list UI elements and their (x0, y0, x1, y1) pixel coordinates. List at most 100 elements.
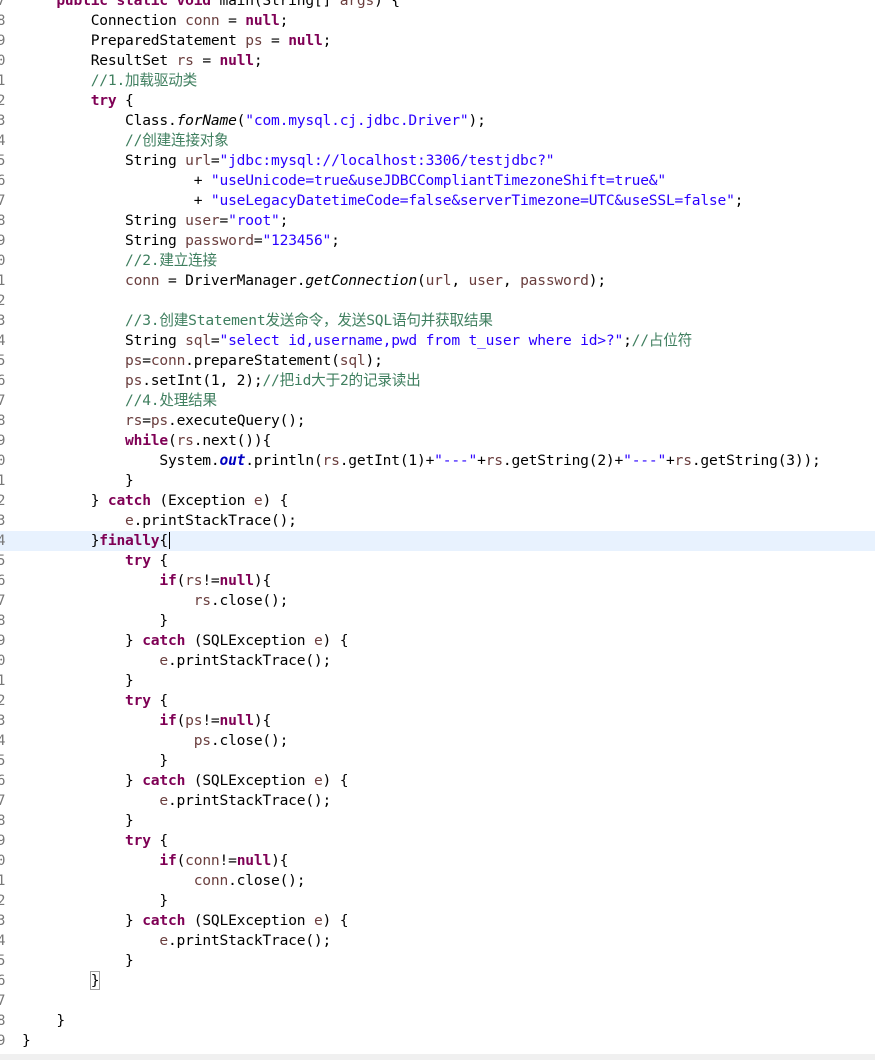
code-line[interactable]: 2 try { (0, 691, 875, 711)
code-line[interactable]: 8 } (0, 611, 875, 631)
code-text[interactable]: conn.close(); (22, 871, 306, 891)
code-text[interactable]: + "useUnicode=true&useJDBCCompliantTimez… (22, 171, 666, 191)
code-line[interactable]: 9 PreparedStatement ps = null; (0, 31, 875, 51)
code-line[interactable]: 5 } (0, 751, 875, 771)
code-text[interactable]: if(conn!=null){ (22, 851, 288, 871)
code-line[interactable]: 5 ps=conn.prepareStatement(sql); (0, 351, 875, 371)
code-text[interactable]: if(ps!=null){ (22, 711, 271, 731)
code-text[interactable]: } catch (SQLException e) { (22, 771, 348, 791)
code-text[interactable]: try { (22, 551, 168, 571)
code-text[interactable]: rs.close(); (22, 591, 289, 611)
code-text[interactable]: } (22, 811, 134, 831)
code-line[interactable]: 6 if(rs!=null){ (0, 571, 875, 591)
code-line[interactable]: 6 } catch (SQLException e) { (0, 771, 875, 791)
code-line[interactable]: 4 //创建连接对象 (0, 131, 875, 151)
code-text[interactable]: }finally{ (22, 531, 170, 551)
code-text[interactable]: conn = DriverManager.getConnection(url, … (22, 271, 606, 291)
code-line[interactable]: 1 conn = DriverManager.getConnection(url… (0, 271, 875, 291)
code-text[interactable]: String password="123456"; (22, 231, 340, 251)
code-line[interactable]: 3 e.printStackTrace(); (0, 511, 875, 531)
code-line[interactable]: 1 conn.close(); (0, 871, 875, 891)
code-line[interactable]: 0 ResultSet rs = null; (0, 51, 875, 71)
code-line[interactable]: 8 String user="root"; (0, 211, 875, 231)
code-line[interactable]: 8 } (0, 811, 875, 831)
code-text[interactable]: ps=conn.prepareStatement(sql); (22, 351, 383, 371)
code-line[interactable]: 3 } catch (SQLException e) { (0, 911, 875, 931)
code-text[interactable]: e.printStackTrace(); (22, 651, 331, 671)
code-text[interactable]: } (22, 1011, 65, 1031)
code-line[interactable]: 6 } (0, 971, 875, 991)
code-text[interactable]: e.printStackTrace(); (22, 791, 331, 811)
code-line[interactable]: 7 e.printStackTrace(); (0, 791, 875, 811)
code-line[interactable]: 9 while(rs.next()){ (0, 431, 875, 451)
code-text[interactable]: } (22, 751, 168, 771)
code-line[interactable]: 2 } catch (Exception e) { (0, 491, 875, 511)
code-line[interactable]: 8 } (0, 1011, 875, 1031)
code-line[interactable]: 7⊖ public static void main(String[] args… (0, 0, 875, 11)
code-line[interactable]: 4 ps.close(); (0, 731, 875, 751)
code-text[interactable]: public static void main(String[] args) { (22, 0, 400, 11)
code-line[interactable]: 0 //2.建立连接 (0, 251, 875, 271)
code-text[interactable]: ResultSet rs = null; (22, 51, 263, 71)
code-text[interactable]: } (22, 971, 101, 991)
code-text[interactable]: try { (22, 831, 168, 851)
code-line[interactable]: 2 (0, 291, 875, 311)
code-line[interactable]: 8 Connection conn = null; (0, 11, 875, 31)
code-line[interactable]: 9 String password="123456"; (0, 231, 875, 251)
code-text[interactable]: rs=ps.executeQuery(); (22, 411, 306, 431)
code-text[interactable]: } (22, 1031, 31, 1051)
code-line[interactable]: 6 ps.setInt(1, 2);//把id大于2的记录读出 (0, 371, 875, 391)
code-text[interactable]: //1.加载驱动类 (22, 71, 198, 91)
code-text[interactable]: try { (22, 691, 168, 711)
code-text[interactable]: } (22, 611, 168, 631)
horizontal-scrollbar[interactable] (0, 1054, 875, 1060)
code-line[interactable]: 7 + "useLegacyDatetimeCode=false&serverT… (0, 191, 875, 211)
code-text[interactable]: ps.setInt(1, 2);//把id大于2的记录读出 (22, 371, 421, 391)
code-text[interactable]: ps.close(); (22, 731, 289, 751)
code-text[interactable]: } (22, 471, 134, 491)
code-line[interactable]: 4 String sql="select id,username,pwd fro… (0, 331, 875, 351)
code-line[interactable]: 7 //4.处理结果 (0, 391, 875, 411)
code-text[interactable]: } (22, 891, 168, 911)
code-line[interactable]: 9} (0, 1031, 875, 1051)
code-text[interactable]: + "useLegacyDatetimeCode=false&serverTim… (22, 191, 744, 211)
code-text[interactable]: } catch (SQLException e) { (22, 631, 348, 651)
code-line[interactable]: 3 Class.forName("com.mysql.cj.jdbc.Drive… (0, 111, 875, 131)
code-line[interactable]: 0 if(conn!=null){ (0, 851, 875, 871)
code-text[interactable]: String url="jdbc:mysql://localhost:3306/… (22, 151, 555, 171)
code-line[interactable]: 5 } (0, 951, 875, 971)
code-text[interactable]: //创建连接对象 (22, 131, 229, 151)
code-text[interactable]: } catch (Exception e) { (22, 491, 289, 511)
code-text[interactable]: String sql="select id,username,pwd from … (22, 331, 692, 351)
code-line[interactable]: 3 if(ps!=null){ (0, 711, 875, 731)
code-text[interactable]: } (22, 951, 134, 971)
code-text[interactable]: Class.forName("com.mysql.cj.jdbc.Driver"… (22, 111, 486, 131)
code-line[interactable]: 9 } catch (SQLException e) { (0, 631, 875, 651)
code-line[interactable]: 5 try { (0, 551, 875, 571)
code-line[interactable]: 2 } (0, 891, 875, 911)
code-line[interactable]: 0 e.printStackTrace(); (0, 651, 875, 671)
code-text[interactable]: } catch (SQLException e) { (22, 911, 348, 931)
code-line[interactable]: 7 (0, 991, 875, 1011)
code-line[interactable]: 1 } (0, 471, 875, 491)
code-editor[interactable]: 7⊖ public static void main(String[] args… (0, 0, 875, 1060)
code-line[interactable]: 1 //1.加载驱动类 (0, 71, 875, 91)
code-text[interactable]: String user="root"; (22, 211, 288, 231)
code-text[interactable]: Connection conn = null; (22, 11, 289, 31)
code-line[interactable]: 7 rs.close(); (0, 591, 875, 611)
code-text[interactable]: } (22, 671, 134, 691)
code-text[interactable]: PreparedStatement ps = null; (22, 31, 332, 51)
code-text[interactable]: while(rs.next()){ (22, 431, 271, 451)
code-line[interactable]: 1 } (0, 671, 875, 691)
code-text[interactable]: //4.处理结果 (22, 391, 217, 411)
code-line[interactable]: 4 e.printStackTrace(); (0, 931, 875, 951)
code-text[interactable]: if(rs!=null){ (22, 571, 271, 591)
code-line[interactable]: 3 //3.创建Statement发送命令，发送SQL语句并获取结果 (0, 311, 875, 331)
code-text[interactable]: e.printStackTrace(); (22, 511, 297, 531)
code-line[interactable]: 0 System.out.println(rs.getInt(1)+"---"+… (0, 451, 875, 471)
code-line[interactable]: 5 String url="jdbc:mysql://localhost:330… (0, 151, 875, 171)
code-text[interactable]: e.printStackTrace(); (22, 931, 331, 951)
code-line[interactable]: 9 try { (0, 831, 875, 851)
code-line[interactable]: 2 try { (0, 91, 875, 111)
code-text[interactable]: //3.创建Statement发送命令，发送SQL语句并获取结果 (22, 311, 493, 331)
